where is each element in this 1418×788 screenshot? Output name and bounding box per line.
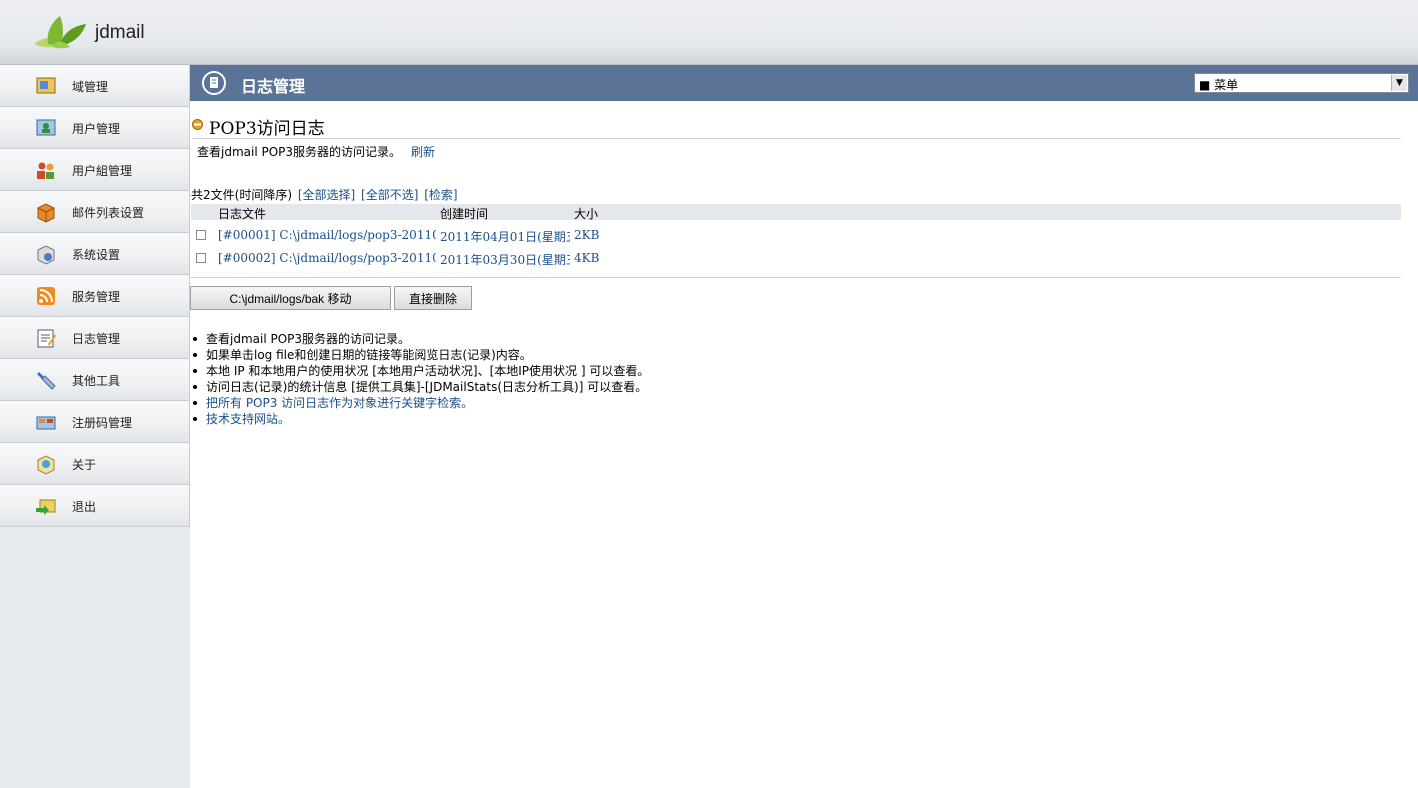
note-item: 查看jdmail POP3服务器的访问记录。 (191, 330, 649, 346)
divider (191, 277, 1401, 278)
delete-button[interactable]: 直接删除 (394, 286, 472, 310)
keyword-search-link[interactable]: 把所有 POP3 访问日志作为对象进行关键字检索。 (206, 396, 473, 410)
user-icon (36, 119, 56, 136)
note-item: 技术支持网站。 (191, 410, 649, 426)
sidebar-item-label: 邮件列表设置 (72, 206, 145, 220)
note-text: 如果单击log file和创建日期的链接等能阅览日志(记录)内容。 (206, 348, 532, 362)
sidebar-item-user-groups[interactable]: 用户組管理 (0, 149, 190, 191)
app-header: jdmail (0, 0, 1418, 65)
menu-dropdown[interactable]: ■ 菜单 ▼ (1194, 73, 1409, 93)
log-file-link[interactable]: [#00001] C:\jdmail/logs/pop3-20110401000… (218, 228, 436, 242)
support-site-link[interactable]: 技术支持网站。 (206, 412, 290, 426)
app-logo-text: jdmail (95, 22, 145, 43)
column-header-created: 创建时间 (440, 207, 489, 221)
license-icon (36, 416, 56, 430)
tools-icon (37, 372, 56, 390)
file-size-link[interactable]: 2KB (574, 228, 599, 242)
menu-dropdown-value: ■ 菜单 (1199, 78, 1239, 92)
sidebar-item-label: 用户管理 (72, 122, 121, 136)
file-count-text: 共2文件(时间降序) (191, 188, 292, 202)
table-row: [#00001] C:\jdmail/logs/pop3-20110401000… (191, 225, 1401, 245)
sidebar-item-logs[interactable]: 日志管理 (0, 317, 190, 359)
move-to-backup-button[interactable]: C:\jdmail/logs/bak 移动 (190, 286, 391, 310)
column-header-size: 大小 (574, 207, 599, 221)
sidebar-item-users[interactable]: 用户管理 (0, 107, 190, 149)
log-file-link[interactable]: [#00002] C:\jdmail/logs/pop3-20110330000… (218, 251, 436, 265)
column-header-log-file: 日志文件 (218, 207, 267, 221)
table-header: 日志文件 创建时间 大小 (191, 204, 1401, 221)
section-description: 查看jdmail POP3服务器的访问记录。 刷新 (197, 143, 435, 160)
select-all-link[interactable]: [全部选择] (298, 188, 355, 202)
sidebar-item-domain[interactable]: 域管理 (0, 65, 190, 107)
note-text: 本地 IP 和本地用户的使用状况 [本地用户活动状况]、[本地IP使用状况 ] … (206, 364, 650, 378)
sidebar-item-label: 退出 (72, 500, 97, 514)
note-item: 本地 IP 和本地用户的使用状况 [本地用户活动状况]、[本地IP使用状况 ] … (191, 362, 649, 378)
leaf-logo-icon (34, 16, 86, 49)
deselect-all-link[interactable]: [全部不选] (361, 188, 418, 202)
table-row: [#00002] C:\jdmail/logs/pop3-20110330000… (191, 248, 1401, 268)
logout-icon (36, 499, 56, 515)
sidebar-item-label: 系统设置 (72, 248, 121, 262)
sidebar-item-label: 域管理 (72, 80, 109, 94)
sidebar-item-logout[interactable]: 退出 (0, 485, 190, 527)
section-header: POP3访问日志 (192, 114, 1401, 139)
domain-icon (36, 77, 56, 94)
note-item: 如果单击log file和创建日期的链接等能阅览日志(记录)内容。 (191, 346, 649, 362)
created-date-link[interactable]: 2011年03月30日(星期三) (440, 251, 570, 268)
sidebar-item-label: 日志管理 (72, 332, 121, 346)
created-date-link[interactable]: 2011年04月01日(星期五) (440, 228, 570, 245)
note-item: 访问日志(记录)的统计信息 [提供工具集]-[JDMailStats(日志分析工… (191, 378, 649, 394)
system-settings-icon (37, 245, 55, 265)
file-size-link[interactable]: 4KB (574, 251, 599, 265)
file-summary: 共2文件(时间降序) [全部选择] [全部不选] [检索] (191, 186, 458, 203)
sidebar-item-label: 服务管理 (72, 290, 121, 304)
sidebar-item-label: 注册码管理 (72, 416, 133, 430)
service-icon (37, 287, 55, 305)
sidebar-item-services[interactable]: 服务管理 (0, 275, 190, 317)
sidebar: 域管理 用户管理 用户組管理 邮件列表设置 系统设置 服务管理 日志管理 其他工… (0, 65, 190, 788)
mail-list-icon (37, 203, 55, 223)
section-title: POP3访问日志 (209, 119, 325, 139)
refresh-link[interactable]: 刷新 (411, 145, 435, 159)
sidebar-item-label: 关于 (72, 458, 97, 472)
row-checkbox[interactable] (196, 253, 206, 263)
note-text: 查看jdmail POP3服务器的访问记录。 (206, 332, 411, 346)
log-icon (37, 329, 56, 348)
note-item: 把所有 POP3 访问日志作为对象进行关键字检索。 (191, 394, 649, 410)
orange-bullet-icon (192, 119, 203, 130)
sidebar-item-license[interactable]: 注册码管理 (0, 401, 190, 443)
sidebar-item-label: 用户組管理 (72, 164, 133, 178)
sidebar-item-label: 其他工具 (72, 374, 121, 388)
sidebar-item-about[interactable]: 关于 (0, 443, 190, 485)
log-document-icon (202, 71, 226, 95)
sidebar-item-system-settings[interactable]: 系统设置 (0, 233, 190, 275)
note-text: 访问日志(记录)的统计信息 [提供工具集]-[JDMailStats(日志分析工… (206, 380, 648, 394)
help-notes: 查看jdmail POP3服务器的访问记录。 如果单击log file和创建日期… (191, 330, 649, 426)
row-checkbox[interactable] (196, 230, 206, 240)
description-text: 查看jdmail POP3服务器的访问记录。 (197, 145, 402, 159)
chevron-down-icon[interactable]: ▼ (1391, 75, 1407, 91)
sidebar-item-mail-list[interactable]: 邮件列表设置 (0, 191, 190, 233)
page-title: 日志管理 (241, 77, 306, 96)
page-title-bar: 日志管理 ■ 菜单 ▼ (190, 65, 1418, 101)
about-icon (37, 455, 55, 475)
sidebar-item-tools[interactable]: 其他工具 (0, 359, 190, 401)
search-link[interactable]: [检索] (424, 188, 457, 202)
user-group-icon (37, 162, 54, 179)
